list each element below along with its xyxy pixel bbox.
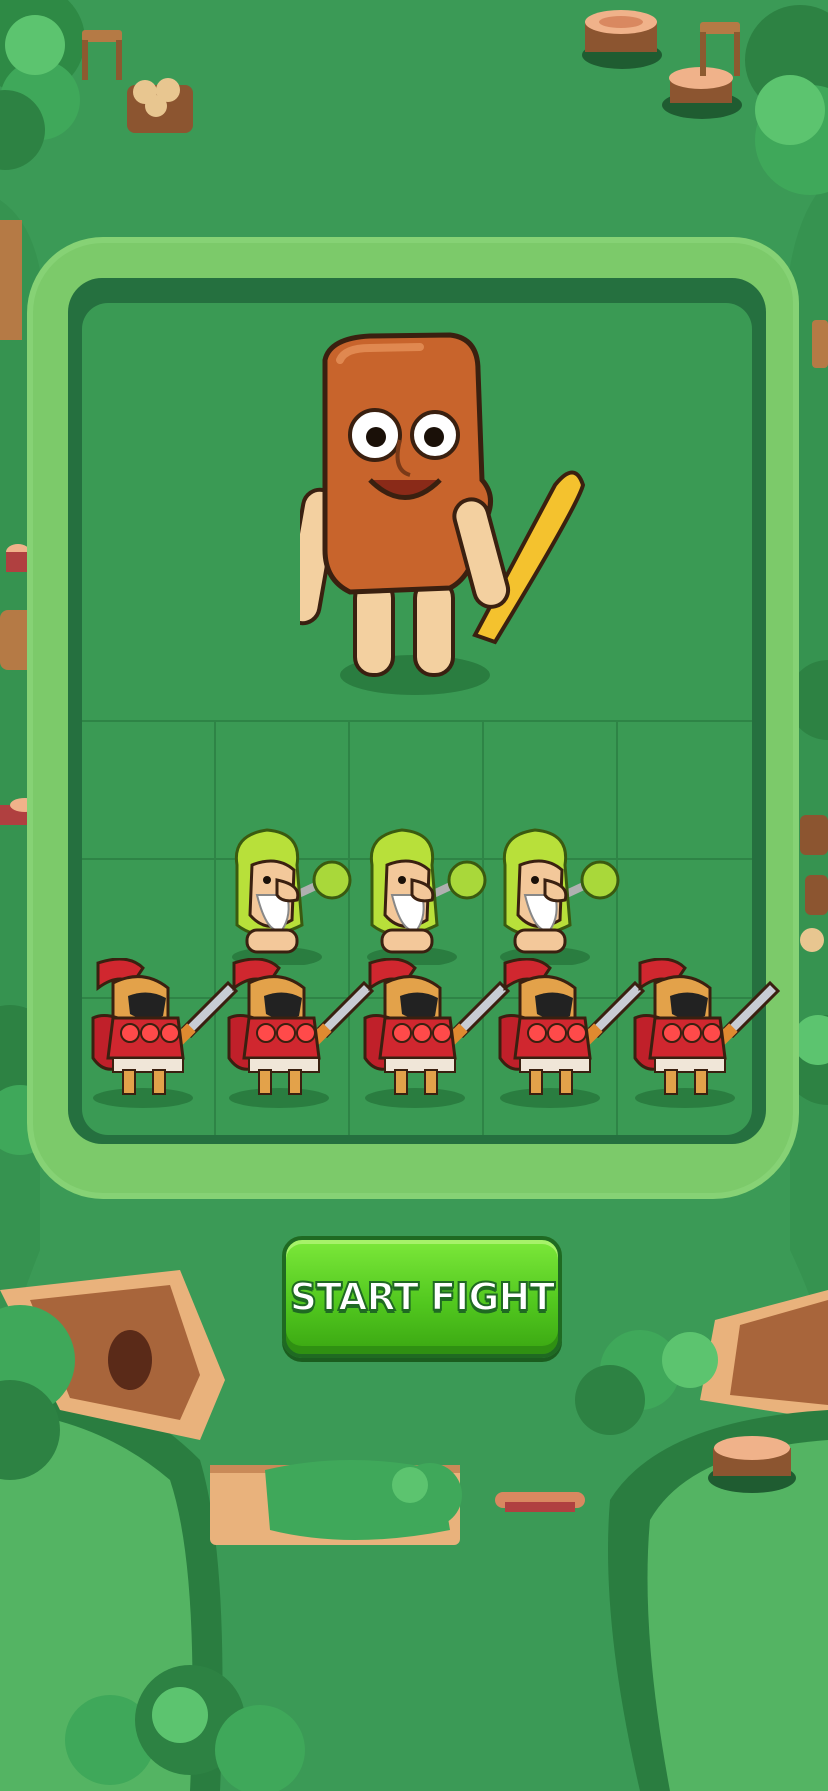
start-fight-label: START FIGHT xyxy=(289,1274,556,1320)
leaf-hermit-unit[interactable] xyxy=(222,825,352,965)
leaf-hermit-unit[interactable] xyxy=(490,825,620,965)
game-screen: START FIGHT xyxy=(0,0,828,1791)
enemy-wood-creature[interactable] xyxy=(300,330,600,700)
grid-cell[interactable] xyxy=(618,720,752,858)
spartan-unit[interactable] xyxy=(224,958,374,1108)
tree-stump-icon xyxy=(582,10,662,69)
leaf-hermit-unit[interactable] xyxy=(357,825,487,965)
spartan-unit[interactable] xyxy=(360,958,510,1108)
supply-crate-icon xyxy=(127,78,193,133)
grid-cell[interactable] xyxy=(82,720,216,859)
spartan-unit[interactable] xyxy=(495,958,645,1108)
spartan-unit[interactable] xyxy=(88,958,238,1108)
start-fight-button[interactable]: START FIGHT xyxy=(282,1236,562,1358)
spartan-unit[interactable] xyxy=(630,958,780,1108)
